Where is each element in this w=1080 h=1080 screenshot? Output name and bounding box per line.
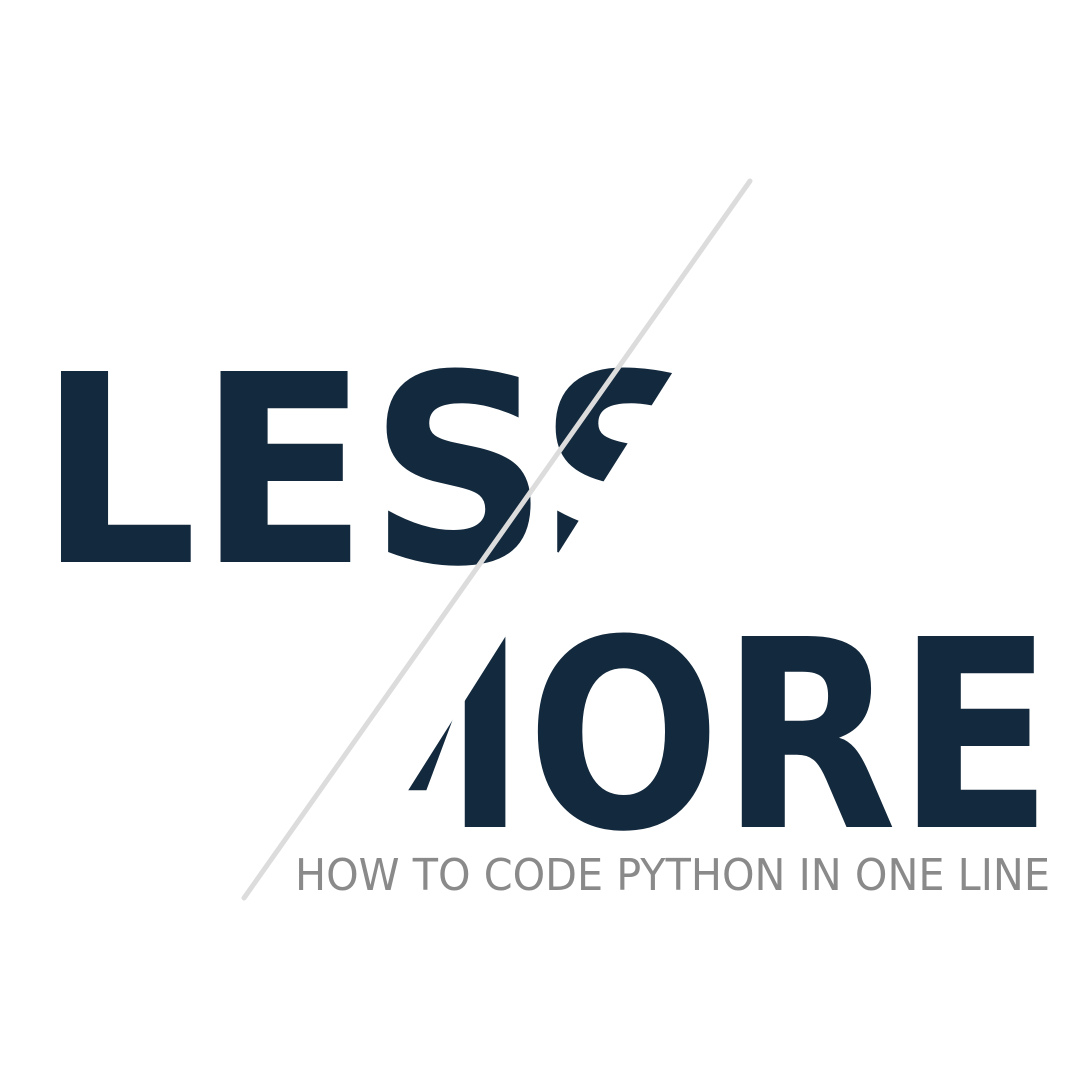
cover-graphic: LESS MORE HOW TO CODE PYTHON IN ONE LINE (0, 0, 1080, 1080)
less-word-group: LESS (38, 319, 718, 624)
more-word: MORE (299, 584, 1053, 889)
more-word-group: MORE (299, 584, 1053, 889)
subtitle: HOW TO CODE PYTHON IN ONE LINE (295, 850, 1050, 901)
typographic-art: LESS MORE HOW TO CODE PYTHON IN ONE LINE (38, 178, 1053, 901)
less-word: LESS (38, 319, 718, 624)
